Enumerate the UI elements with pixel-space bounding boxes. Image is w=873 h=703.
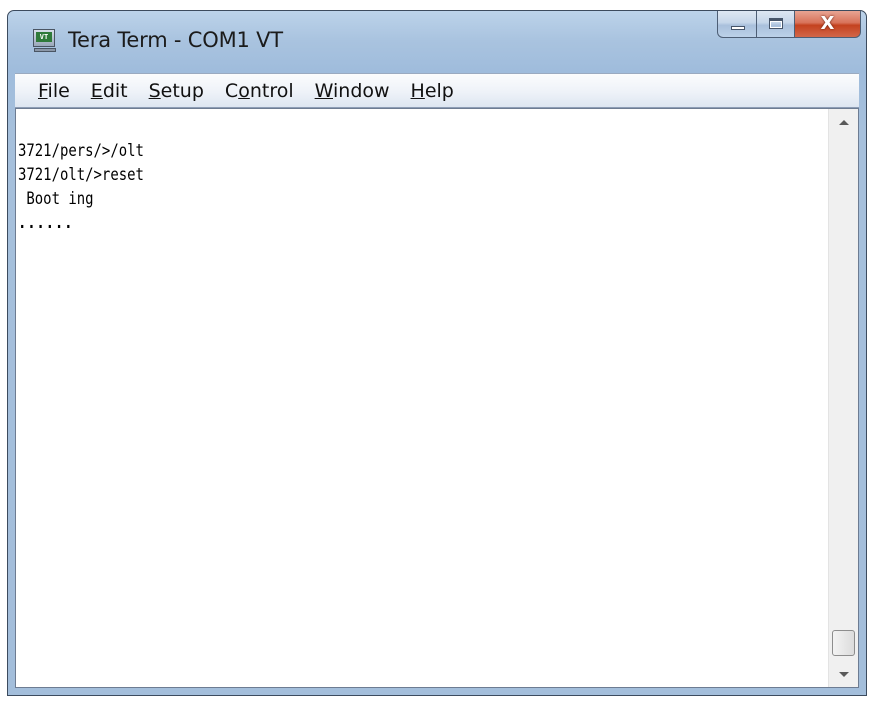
close-button[interactable]: X xyxy=(795,11,861,38)
vertical-scrollbar[interactable] xyxy=(828,109,858,687)
terminal-line: 3721/pers/>/olt xyxy=(18,141,144,161)
menu-control-label: ntrol xyxy=(249,79,294,102)
scroll-down-button[interactable] xyxy=(829,661,858,687)
menu-setup[interactable]: Setup xyxy=(149,79,204,103)
menu-file-label: ile xyxy=(47,79,70,102)
teraterm-terminal-icon[interactable]: VT xyxy=(33,29,56,52)
menu-file[interactable]: File xyxy=(38,79,70,103)
window-title: Tera Term - COM1 VT xyxy=(68,28,283,52)
scroll-up-button[interactable] xyxy=(829,109,858,135)
terminal-line: 3721/olt/>reset xyxy=(18,165,144,185)
teraterm-window: VT Tera Term - COM1 VT X File Edit Setup… xyxy=(7,10,867,696)
terminal-line: Boot ing xyxy=(18,189,94,209)
menu-edit-mnemonic: E xyxy=(90,79,103,102)
maximize-button[interactable] xyxy=(757,11,795,38)
menu-window-mnemonic: W xyxy=(314,79,333,102)
app-icon-label: VT xyxy=(36,32,52,42)
minimize-icon xyxy=(731,26,745,30)
scrollbar-thumb[interactable] xyxy=(832,630,855,656)
menu-window-label: indow xyxy=(333,79,390,102)
arrow-down-icon xyxy=(838,671,849,677)
menu-edit[interactable]: Edit xyxy=(91,79,128,103)
minimize-button[interactable] xyxy=(717,11,757,38)
terminal-output[interactable]: 3721/pers/>/olt 3721/olt/>reset Boot ing… xyxy=(16,109,828,687)
arrow-up-icon xyxy=(838,119,849,125)
menu-bar: File Edit Setup Control Window Help xyxy=(15,73,859,108)
menu-window[interactable]: Window xyxy=(315,79,390,103)
terminal-line: ...... xyxy=(18,213,74,233)
close-icon: X xyxy=(820,13,835,34)
menu-help[interactable]: Help xyxy=(411,79,454,103)
menu-help-label: elp xyxy=(424,79,454,102)
terminal-frame: 3721/pers/>/olt 3721/olt/>reset Boot ing… xyxy=(15,108,859,688)
menu-help-mnemonic: H xyxy=(410,79,425,102)
menu-control[interactable]: Control xyxy=(225,79,294,103)
menu-setup-mnemonic: S xyxy=(148,79,161,102)
app-icon-base xyxy=(34,48,56,52)
menu-control-mnemonic: o xyxy=(238,79,250,102)
menu-control-label-pre: C xyxy=(224,79,239,102)
menu-file-mnemonic: F xyxy=(38,79,48,102)
menu-setup-label: etup xyxy=(160,79,204,102)
caption-buttons: X xyxy=(717,11,861,39)
maximize-icon xyxy=(769,18,783,29)
menu-edit-label: dit xyxy=(102,79,128,102)
title-bar[interactable]: VT Tera Term - COM1 VT X xyxy=(8,11,866,73)
